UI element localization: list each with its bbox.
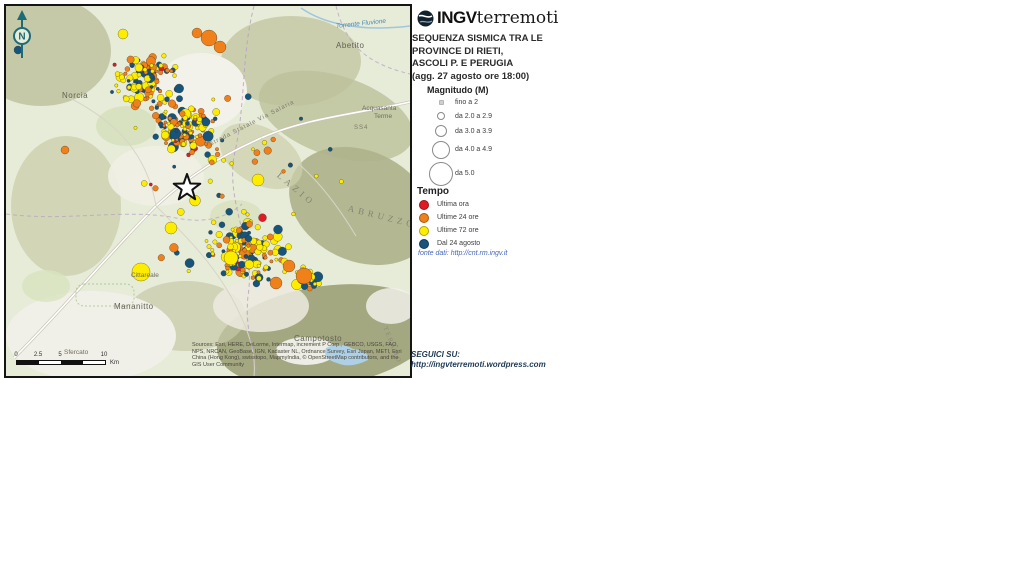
- scale-ticks: 0 2.5 5 10: [16, 352, 136, 359]
- scale-tick: 10: [101, 352, 108, 358]
- scale-bar: 0 2.5 5 10 Km: [16, 352, 136, 365]
- map-label-mananitto: Mananitto: [114, 303, 154, 311]
- magnitude-legend: fino a 2 da 2.0 a 2.9 da 3.0 a 3.9 da 4.…: [427, 96, 492, 187]
- map-label-torrente-fluvione: Torrente Fluvione: [336, 19, 387, 31]
- scale-unit: Km: [110, 360, 119, 366]
- time-legend-label: Ultima ora: [437, 201, 469, 208]
- map-label-terme: Terme: [374, 114, 392, 121]
- magnitude-symbol-circle: [435, 125, 447, 137]
- title-line: (agg. 27 agosto ore 18:00): [412, 71, 543, 84]
- follow-us-label: SEGUICI SU:: [411, 350, 546, 360]
- scale-tick: 5: [58, 352, 61, 358]
- time-legend-title: Tempo: [417, 186, 449, 197]
- time-symbol-dot: [419, 200, 429, 210]
- blog-link[interactable]: http://ingvterremoti.wordpress.com: [411, 360, 546, 370]
- map-label-acquasanta: Acquasanta: [362, 106, 396, 113]
- map-label-norcia: Norcia: [62, 92, 88, 100]
- map-label-lazio: LAZIO: [275, 171, 317, 208]
- map-attribution: Sources: Esri, HERE, DeLorme, Intermap, …: [192, 342, 404, 368]
- magnitude-symbol-circle: [437, 112, 445, 120]
- title-line: PROVINCE DI RIETI,: [412, 46, 543, 59]
- time-legend-label: Dal 24 agosto: [437, 240, 480, 247]
- map-label-cittareale: Cittareale: [131, 273, 159, 280]
- title-line: SEQUENZA SISMICA TRA LE: [412, 33, 543, 46]
- magnitude-legend-title: Magnitudo (M): [427, 85, 488, 95]
- magnitude-legend-row: da 2.0 a 2.9: [427, 109, 492, 123]
- map-label-ss4: SS4: [354, 125, 368, 131]
- time-symbol-dot: [419, 213, 429, 223]
- ingv-terremoti-logo: INGVterremoti: [417, 8, 558, 28]
- magnitude-legend-row: da 5.0: [427, 160, 492, 187]
- magnitude-legend-row: fino a 2: [427, 96, 492, 109]
- data-source-link[interactable]: fonte dati: http://cnt.rm.ingv.it: [418, 250, 507, 257]
- map-label-abruzzo: ABRUZZO: [347, 204, 412, 230]
- scale-tick: 2.5: [34, 352, 42, 358]
- map-title: SEQUENZA SISMICA TRA LE PROVINCE DI RIET…: [412, 33, 543, 83]
- logo-text-serif: terremoti: [477, 8, 559, 28]
- map-label-abetito: Abetito: [336, 42, 364, 50]
- map-label-strada-statale-via-salaria: Strada Statale Via Salaria: [209, 99, 296, 147]
- time-legend: Ultima ora Ultime 24 ore Ultime 72 ore Dal …: [419, 198, 480, 250]
- map-labels-layer: NorciaAbetitoAcquasantaTermeCampotostoCi…: [6, 6, 410, 376]
- logo-text-bold: INGV: [437, 8, 477, 28]
- magnitude-symbol-tiny: [439, 100, 444, 105]
- follow-us-block: SEGUICI SU: http://ingvterremoti.wordpre…: [411, 350, 546, 370]
- time-legend-row: Dal 24 agosto: [419, 237, 480, 250]
- scale-tick: 0: [14, 352, 17, 358]
- time-legend-label: Ultime 24 ore: [437, 214, 479, 221]
- time-legend-row: Ultime 72 ore: [419, 224, 480, 237]
- magnitude-legend-row: da 4.0 a 4.9: [427, 139, 492, 160]
- time-legend-row: Ultima ora: [419, 198, 480, 211]
- magnitude-legend-row: da 3.0 a 3.9: [427, 123, 492, 139]
- globe-icon: [417, 10, 434, 27]
- seismic-map: N NorciaAbetitoAcquasantaTermeCampotosto…: [4, 4, 412, 378]
- time-legend-label: Ultime 72 ore: [437, 227, 479, 234]
- page: N NorciaAbetitoAcquasantaTermeCampotosto…: [0, 0, 1024, 576]
- magnitude-symbol-circle: [432, 141, 450, 159]
- title-line: ASCOLI P. E PERUGIA: [412, 58, 543, 71]
- magnitude-symbol-circle: [429, 162, 453, 186]
- scale-bar-segments: [16, 360, 106, 365]
- time-symbol-dot: [419, 239, 429, 249]
- time-legend-row: Ultime 24 ore: [419, 211, 480, 224]
- time-symbol-dot: [419, 226, 429, 236]
